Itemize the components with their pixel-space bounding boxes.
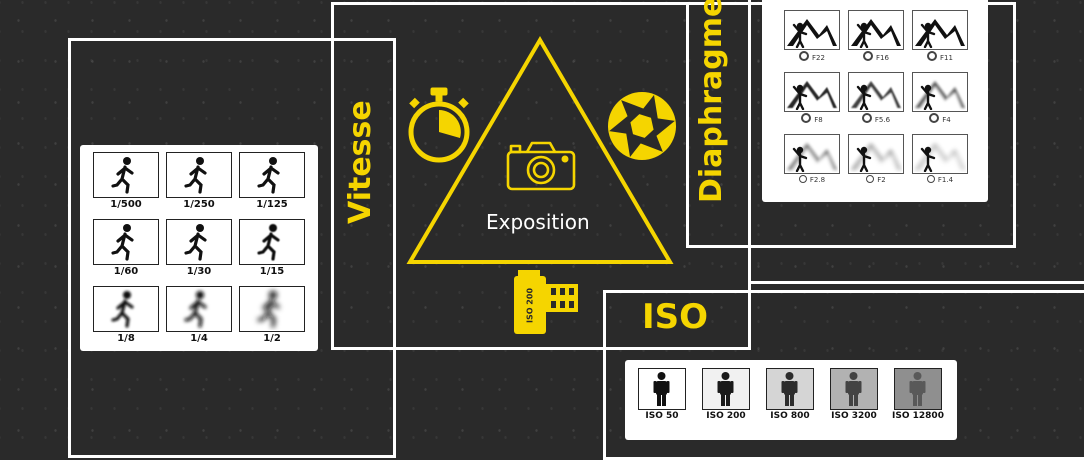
radio-dot-icon [799,51,810,61]
shutter-speed-label: 1/500 [110,199,142,210]
radio-dot-icon [863,51,874,61]
aperture-label: F22 [784,51,840,62]
shutter-speed-label: 1/15 [259,266,285,277]
running-figure-icon [111,157,134,194]
iso-label: ISO 50 [645,411,679,421]
iso-label: ISO 800 [770,411,810,421]
aperture-cell: F1.4 [912,134,968,184]
radio-dot-icon [926,175,935,183]
running-figure-icon [111,291,134,328]
camera-icon [506,141,576,191]
film-roll-icon: ISO 200 [514,270,582,334]
film-label: ISO 200 [525,287,535,324]
aperture-cell: F22 [784,10,840,62]
shutter-speed-card: 1/500 1/250 1/125 1/60 1/30 1/15 1/8 1/4 1/2 [80,145,318,351]
aperture-label: F1.4 [912,175,968,184]
aperture-label: F16 [848,51,904,62]
person-icon [845,372,862,406]
aperture-cell: F16 [848,10,904,62]
shutter-speed-cell: 1/2 [239,286,305,344]
iso-cell: ISO 3200 [827,368,881,421]
shutter-speed-label: 1/4 [190,333,208,344]
person-icon [909,372,926,406]
mountain-figure-icon [915,19,965,48]
aperture-label: F2.8 [784,175,840,184]
iso-label: ISO 200 [706,411,746,421]
running-figure-icon [184,224,207,261]
mountain-figure-icon [915,81,965,110]
aperture-cell: F11 [912,10,968,62]
aperture-label: F8 [784,113,840,124]
person-icon [717,372,734,406]
radio-dot-icon [866,175,875,183]
iso-card: ISO 50 ISO 200 ISO 800 ISO 3200 ISO 12800 [625,360,957,440]
shutter-speed-cell: 1/8 [93,286,159,344]
aperture-cell: F2 [848,134,904,184]
iso-cell: ISO 12800 [891,368,945,421]
mountain-figure-icon [851,19,901,48]
shutter-speed-label: 1/125 [256,199,288,210]
running-figure-icon [184,291,207,328]
shutter-speed-cell: 1/15 [239,219,305,277]
aperture-label: F4 [912,113,968,124]
speed-heading: Vitesse [343,100,378,224]
person-icon [653,372,670,406]
radio-dot-icon [801,113,812,123]
aperture-cell: F4 [912,72,968,124]
shutter-speed-cell: 1/30 [166,219,232,277]
shutter-speed-label: 1/250 [183,199,215,210]
shutter-speed-label: 1/8 [117,333,135,344]
shutter-speed-label: 1/30 [186,266,212,277]
mountain-figure-icon [787,81,837,110]
aperture-cell: F8 [784,72,840,124]
aperture-label: F5.6 [848,113,904,124]
iso-heading: ISO [642,297,709,337]
running-figure-icon [111,224,134,261]
aperture-label: F11 [912,51,968,62]
running-figure-icon [257,157,280,194]
mountain-figure-icon [787,143,837,172]
iso-cell: ISO 200 [699,368,753,421]
running-figure-icon [257,291,280,328]
radio-dot-icon [927,51,938,61]
mountain-figure-icon [851,81,901,110]
shutter-speed-cell: 1/500 [93,152,159,210]
radio-dot-icon [861,113,872,123]
running-figure-icon [257,224,280,261]
iso-label: ISO 12800 [892,411,944,421]
aperture-cell: F2.8 [784,134,840,184]
mountain-figure-icon [915,143,965,172]
iso-cell: ISO 800 [763,368,817,421]
shutter-speed-cell: 1/60 [93,219,159,277]
mountain-figure-icon [851,143,901,172]
stopwatch-icon [408,87,470,163]
aperture-label: F2 [848,175,904,184]
shutter-speed-label: 1/2 [263,333,281,344]
running-figure-icon [184,157,207,194]
aperture-icon [608,92,676,160]
aperture-heading: Diaphragme [694,0,729,203]
exposure-label: Exposition [486,210,590,234]
radio-dot-icon [929,113,940,123]
mountain-figure-icon [787,19,837,48]
aperture-cell: F5.6 [848,72,904,124]
aperture-card: F22 F16 F11 F8 F5.6 F4 F2.8 F2 F1.4 [762,0,988,202]
iso-label: ISO 3200 [831,411,877,421]
iso-cell: ISO 50 [635,368,689,421]
shutter-speed-cell: 1/4 [166,286,232,344]
person-icon [781,372,798,406]
radio-dot-icon [798,175,807,183]
shutter-speed-cell: 1/125 [239,152,305,210]
shutter-speed-label: 1/60 [113,266,139,277]
shutter-speed-cell: 1/250 [166,152,232,210]
